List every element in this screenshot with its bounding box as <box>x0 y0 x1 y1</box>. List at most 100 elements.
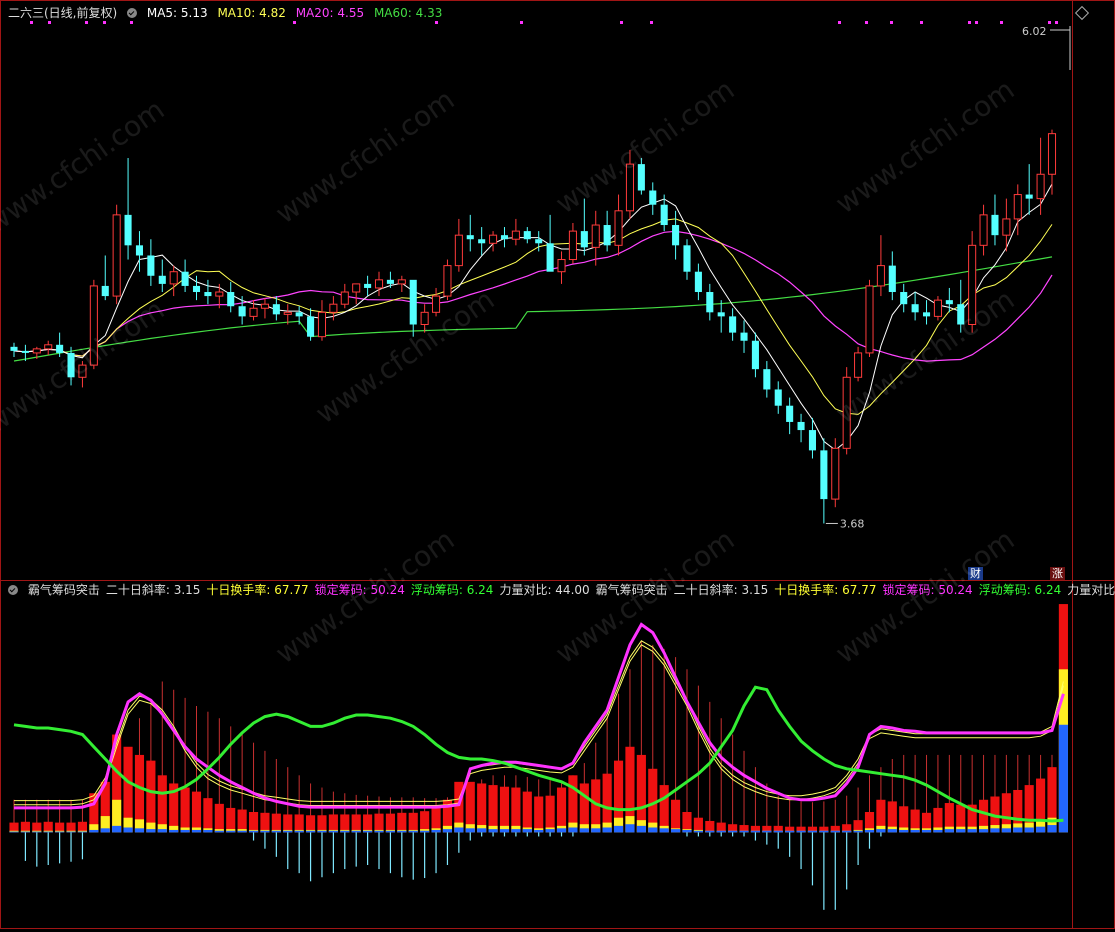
indicator-legend-item: 力量对比: 44.00 <box>499 583 590 597</box>
candle-body-down <box>124 214 132 246</box>
candle-body-up <box>397 279 406 285</box>
indicator-legend-item: 锁定筹码: 50.24 <box>314 583 405 597</box>
settings-circle-icon[interactable] <box>127 8 138 18</box>
candle-body-up <box>283 311 292 315</box>
candle-body-down <box>227 292 235 307</box>
candle-body-up <box>112 214 121 297</box>
red-bar <box>294 814 304 833</box>
blue-bar <box>648 827 658 833</box>
candle-body-down <box>147 255 155 276</box>
chart-canvas[interactable]: 3.68 6.02 <box>0 0 1115 929</box>
blue-bar <box>967 829 977 833</box>
signal-dot <box>85 21 88 24</box>
candle-body-down <box>21 350 29 353</box>
signal-dot <box>1000 21 1003 24</box>
blue-bar <box>613 825 624 833</box>
blue-bar <box>545 829 555 833</box>
indicator-legend-item: 十日换手率: 67.77 <box>206 583 309 597</box>
red-bar <box>408 812 418 833</box>
candle-body-down <box>192 285 201 293</box>
blue-bar <box>442 829 453 833</box>
red-bar <box>556 787 567 833</box>
red-bar <box>659 785 669 833</box>
blue-bar <box>671 829 681 833</box>
blue-bar <box>9 831 19 833</box>
signal-dot <box>30 21 33 24</box>
candle-body-up <box>340 291 349 305</box>
indicator-legend-item: 浮动筹码: 6.24 <box>978 583 1062 597</box>
red-bar <box>363 814 373 833</box>
blue-bar <box>625 824 635 833</box>
red-bar <box>328 814 338 833</box>
signal-dot <box>920 21 923 24</box>
blue-bar <box>465 828 475 833</box>
red-bar <box>671 799 681 833</box>
blue-bar <box>100 828 110 833</box>
blue-bar <box>887 829 897 833</box>
candle-body-down <box>603 225 611 246</box>
candle-body-down <box>101 285 109 297</box>
candle-body-up <box>1002 218 1011 236</box>
blue-bar <box>146 829 156 833</box>
candle-body-down <box>649 190 657 205</box>
blue-bar <box>1047 825 1057 833</box>
red-bar <box>317 815 327 833</box>
blue-bar <box>773 830 783 833</box>
stock-title[interactable]: 二六三(日线,前复权) <box>8 6 117 20</box>
blue-bar <box>944 829 954 833</box>
red-bar <box>397 812 407 833</box>
candle-body-down <box>364 283 372 288</box>
candle-body-up <box>260 303 269 309</box>
blue-bar <box>842 830 852 833</box>
candle-body-up <box>876 265 885 287</box>
indicator-legend-item: 二十日斜率: 3.15 <box>673 583 769 597</box>
candle-body-up <box>432 295 441 313</box>
candle-body-up <box>78 364 87 378</box>
candle-body-up <box>44 344 53 350</box>
blue-bar <box>351 830 361 833</box>
signal-dot <box>890 21 893 24</box>
candle-body-down <box>922 312 931 317</box>
red-bar <box>499 786 510 833</box>
blue-bar <box>134 828 145 833</box>
red-bar <box>488 785 498 833</box>
blue-bar <box>511 829 521 833</box>
candle-body-up <box>317 311 327 338</box>
blue-bar <box>374 830 384 833</box>
candle-body-down <box>900 292 908 305</box>
indicator-circle-icon[interactable] <box>8 585 18 595</box>
candle-body-up <box>454 234 463 267</box>
candle-body-down <box>386 279 394 284</box>
candle-body-down <box>535 239 543 244</box>
blue-bar <box>693 830 703 833</box>
candle-body-up <box>591 224 600 248</box>
blue-bar <box>340 830 350 833</box>
blue-bar <box>77 831 88 833</box>
blue-bar <box>317 830 327 833</box>
candle-body-down <box>957 304 965 325</box>
ma5-line <box>13 183 1053 451</box>
blue-bar <box>397 830 407 833</box>
red-bar <box>522 791 532 833</box>
blue-bar <box>819 830 829 833</box>
indicator-legend-item: 锁定筹码: 50.24 <box>882 583 973 597</box>
blue-bar <box>830 830 840 833</box>
candle-body-down <box>637 164 645 191</box>
signal-dot <box>293 21 296 24</box>
candle-body-down <box>158 275 166 284</box>
candle-body-up <box>89 285 98 366</box>
candle-body-down <box>466 235 474 240</box>
blue-bar <box>454 827 464 833</box>
red-bar <box>545 795 555 833</box>
indicator-legend-item: 浮动筹码: 6.24 <box>410 583 494 597</box>
finance-badge[interactable]: 财 <box>968 567 983 580</box>
rise-badge[interactable]: 涨 <box>1050 567 1065 580</box>
blue-bar <box>682 829 692 833</box>
ma10-legend: MA10: 4.82 <box>217 6 286 20</box>
blue-bar <box>921 829 932 833</box>
ma5-legend: MA5: 5.13 <box>146 6 208 20</box>
blue-bar <box>32 831 42 833</box>
blue-bar <box>534 829 544 833</box>
candle-body-down <box>786 405 794 422</box>
blue-bar <box>705 830 715 833</box>
